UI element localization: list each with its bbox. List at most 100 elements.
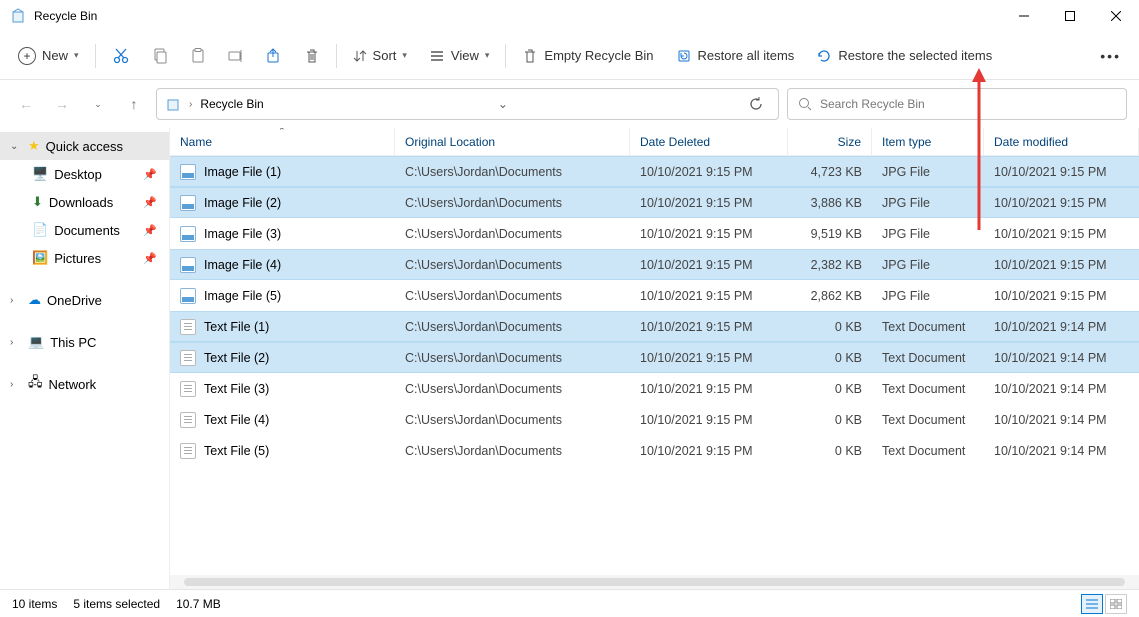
horizontal-scrollbar[interactable] xyxy=(170,575,1139,589)
text-file-icon xyxy=(180,350,196,366)
sort-indicator-icon: ⌃ xyxy=(278,128,286,137)
status-size: 10.7 MB xyxy=(176,597,221,611)
recycle-bin-icon xyxy=(165,96,181,112)
document-icon: 📄 xyxy=(32,222,48,238)
status-count: 10 items xyxy=(12,597,57,611)
empty-recycle-bin-button[interactable]: Empty Recycle Bin xyxy=(512,38,663,74)
copy-button[interactable] xyxy=(142,38,178,74)
search-box[interactable]: Search Recycle Bin xyxy=(787,88,1127,120)
restore-icon xyxy=(676,48,692,64)
forward-button[interactable]: → xyxy=(48,90,76,118)
trash-icon xyxy=(522,48,538,64)
copy-icon xyxy=(152,48,168,64)
sidebar-item-quick-access[interactable]: ⌄★Quick access xyxy=(0,132,169,160)
table-row[interactable]: Text File (5)C:\Users\Jordan\Documents10… xyxy=(170,435,1139,466)
refresh-button[interactable] xyxy=(742,90,770,118)
sort-icon xyxy=(353,49,367,63)
image-file-icon xyxy=(180,195,196,211)
cloud-icon: ☁ xyxy=(28,292,41,308)
trash-icon xyxy=(304,48,320,64)
sidebar: ⌄★Quick access 🖥️Desktop📌 ⬇Downloads📌 📄D… xyxy=(0,128,170,589)
new-button[interactable]: +New▾ xyxy=(8,38,89,74)
minimize-button[interactable] xyxy=(1001,0,1047,32)
cut-button[interactable] xyxy=(102,38,140,74)
restore-selected-button[interactable]: Restore the selected items xyxy=(806,38,1002,74)
text-file-icon xyxy=(180,412,196,428)
toolbar: +New▾ Sort▾ View▾ Empty Recycle Bin Rest… xyxy=(0,32,1139,80)
chevron-down-icon[interactable]: ⌄ xyxy=(498,97,508,111)
sidebar-item-network[interactable]: ›🖧Network xyxy=(0,370,169,398)
address-location: Recycle Bin xyxy=(200,97,263,111)
table-row[interactable]: Text File (4)C:\Users\Jordan\Documents10… xyxy=(170,404,1139,435)
pin-icon: 📌 xyxy=(143,252,157,265)
rename-icon xyxy=(228,48,244,64)
pin-icon: 📌 xyxy=(143,196,157,209)
sort-button[interactable]: Sort▾ xyxy=(343,38,417,74)
column-item-type[interactable]: Item type xyxy=(872,128,984,155)
sidebar-item-onedrive[interactable]: ›☁OneDrive xyxy=(0,286,169,314)
close-button[interactable] xyxy=(1093,0,1139,32)
chevron-down-icon: ▾ xyxy=(74,50,79,61)
pc-icon: 💻 xyxy=(28,334,44,350)
sidebar-item-documents[interactable]: 📄Documents📌 xyxy=(0,216,169,244)
search-placeholder: Search Recycle Bin xyxy=(820,97,925,111)
table-row[interactable]: Text File (2)C:\Users\Jordan\Documents10… xyxy=(170,342,1139,373)
address-bar[interactable]: › Recycle Bin ⌄ xyxy=(156,88,779,120)
image-file-icon xyxy=(180,288,196,304)
network-icon: 🖧 xyxy=(28,373,43,395)
column-date-deleted[interactable]: Date Deleted xyxy=(630,128,788,155)
thumbnails-view-button[interactable] xyxy=(1105,594,1127,614)
up-button[interactable]: ↑ xyxy=(120,90,148,118)
nav-row: ← → ⌄ ↑ › Recycle Bin ⌄ Search Recycle B… xyxy=(0,80,1139,128)
image-file-icon xyxy=(180,164,196,180)
text-file-icon xyxy=(180,319,196,335)
sidebar-item-downloads[interactable]: ⬇Downloads📌 xyxy=(0,188,169,216)
titlebar: Recycle Bin xyxy=(0,0,1139,32)
chevron-down-icon: ▾ xyxy=(485,50,490,61)
table-row[interactable]: Text File (3)C:\Users\Jordan\Documents10… xyxy=(170,373,1139,404)
undo-icon xyxy=(816,48,832,64)
rename-button[interactable] xyxy=(218,38,254,74)
table-row[interactable]: Image File (1)C:\Users\Jordan\Documents1… xyxy=(170,156,1139,187)
recent-button[interactable]: ⌄ xyxy=(84,90,112,118)
column-headers: Name ⌃ Original Location Date Deleted Si… xyxy=(170,128,1139,156)
share-button[interactable] xyxy=(256,38,292,74)
column-original-location[interactable]: Original Location xyxy=(395,128,630,155)
text-file-icon xyxy=(180,443,196,459)
details-view-button[interactable] xyxy=(1081,594,1103,614)
table-row[interactable]: Text File (1)C:\Users\Jordan\Documents10… xyxy=(170,311,1139,342)
window-title: Recycle Bin xyxy=(34,9,97,23)
share-icon xyxy=(266,48,282,64)
paste-button[interactable] xyxy=(180,38,216,74)
image-file-icon xyxy=(180,226,196,242)
ellipsis-icon: ••• xyxy=(1100,48,1121,64)
download-icon: ⬇ xyxy=(32,194,43,210)
maximize-button[interactable] xyxy=(1047,0,1093,32)
scissors-icon xyxy=(112,47,130,65)
restore-all-button[interactable]: Restore all items xyxy=(666,38,805,74)
view-button[interactable]: View▾ xyxy=(419,38,499,74)
sidebar-item-this-pc[interactable]: ›💻This PC xyxy=(0,328,169,356)
table-row[interactable]: Image File (3)C:\Users\Jordan\Documents1… xyxy=(170,218,1139,249)
table-row[interactable]: Image File (4)C:\Users\Jordan\Documents1… xyxy=(170,249,1139,280)
column-date-modified[interactable]: Date modified xyxy=(984,128,1139,155)
status-selected: 5 items selected xyxy=(73,597,160,611)
sidebar-item-pictures[interactable]: 🖼️Pictures📌 xyxy=(0,244,169,272)
list-icon xyxy=(429,49,445,63)
status-bar: 10 items 5 items selected 10.7 MB xyxy=(0,589,1139,617)
pictures-icon: 🖼️ xyxy=(32,250,48,266)
table-row[interactable]: Image File (5)C:\Users\Jordan\Documents1… xyxy=(170,280,1139,311)
delete-button[interactable] xyxy=(294,38,330,74)
back-button[interactable]: ← xyxy=(12,90,40,118)
search-icon xyxy=(798,97,812,111)
chevron-down-icon: ▾ xyxy=(402,50,407,61)
text-file-icon xyxy=(180,381,196,397)
more-button[interactable]: ••• xyxy=(1090,38,1131,74)
column-size[interactable]: Size xyxy=(788,128,872,155)
table-row[interactable]: Image File (2)C:\Users\Jordan\Documents1… xyxy=(170,187,1139,218)
desktop-icon: 🖥️ xyxy=(32,166,48,182)
file-list: Name ⌃ Original Location Date Deleted Si… xyxy=(170,128,1139,589)
sidebar-item-desktop[interactable]: 🖥️Desktop📌 xyxy=(0,160,169,188)
pin-icon: 📌 xyxy=(143,224,157,237)
chevron-right-icon: › xyxy=(189,99,192,110)
